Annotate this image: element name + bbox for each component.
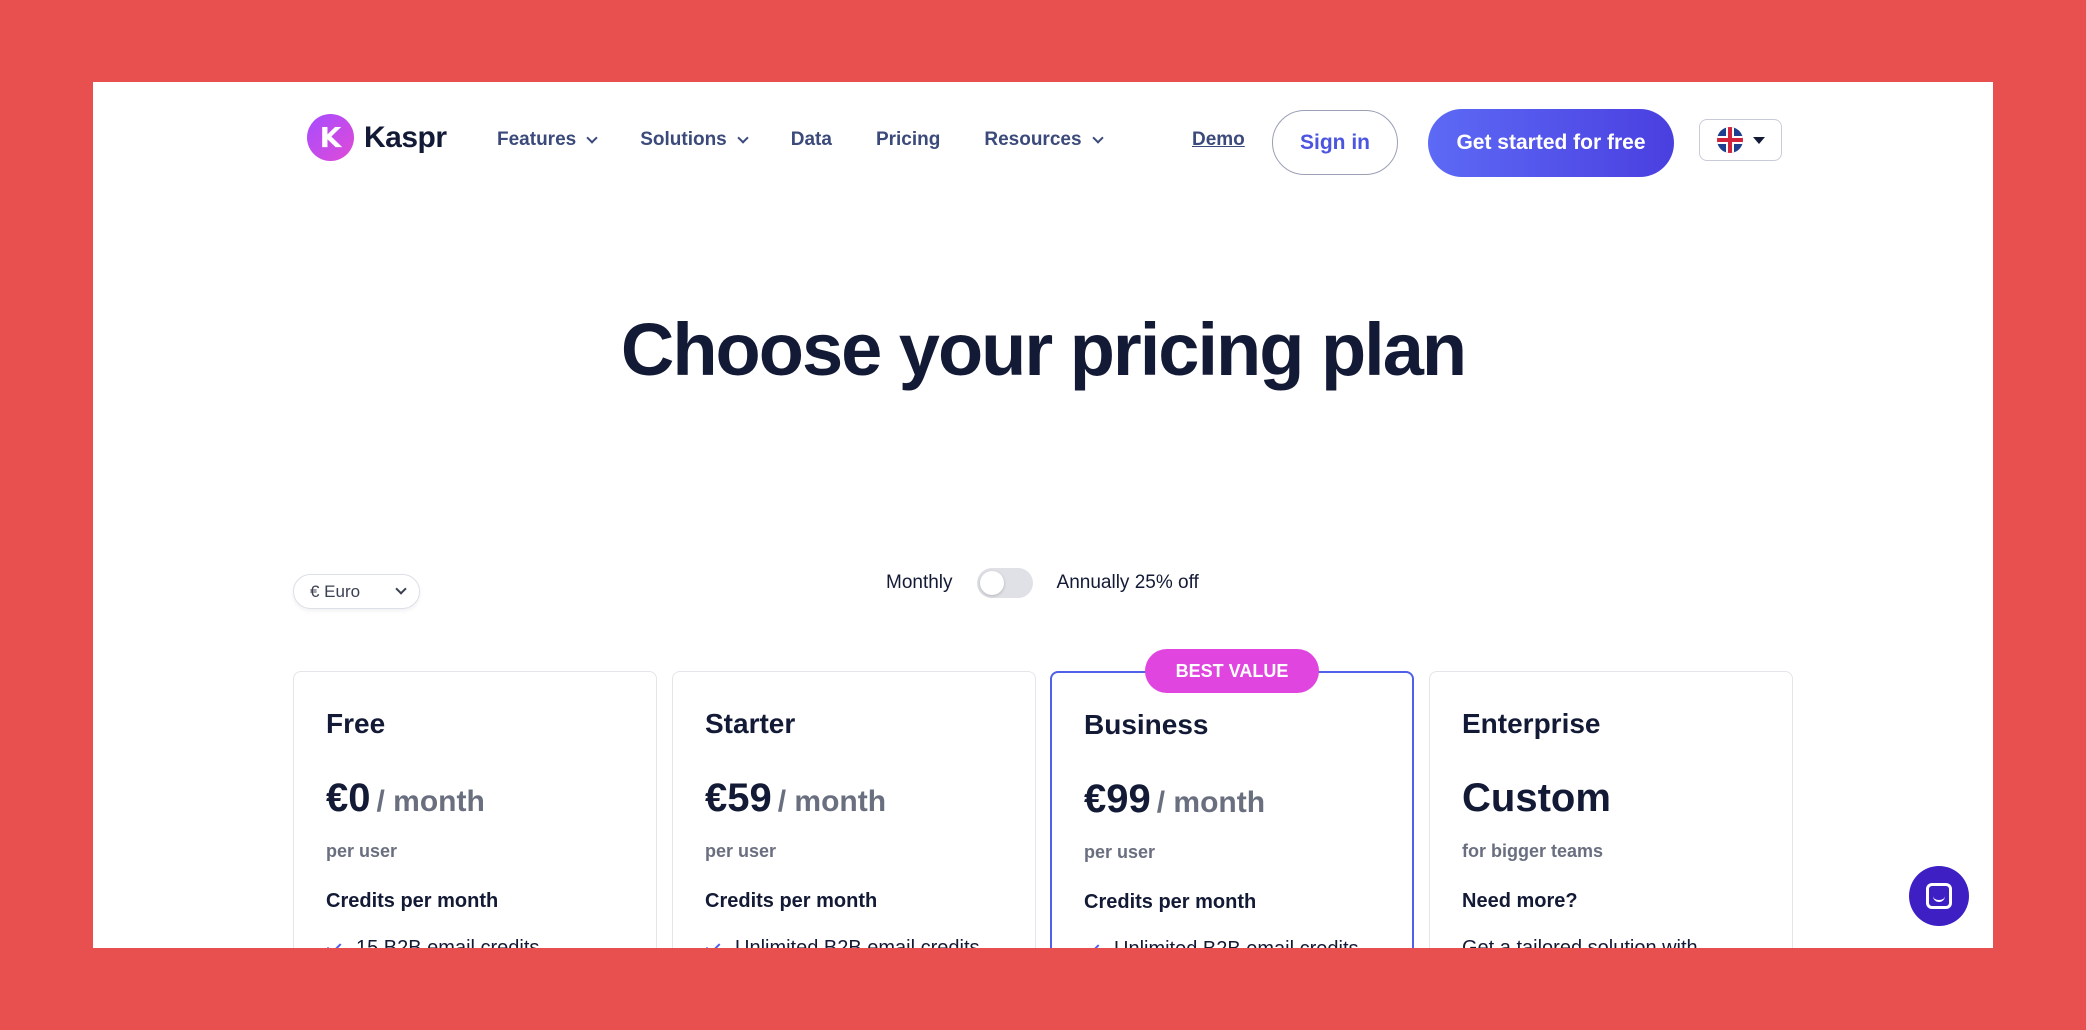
nav-resources-label: Resources	[984, 129, 1082, 150]
currency-select[interactable]: € Euro	[293, 574, 420, 609]
feature-item: Unlimited B2B email credits	[705, 937, 1035, 948]
check-icon	[1084, 939, 1100, 948]
billing-toggle-group: Monthly Annually 25% off	[886, 568, 1199, 598]
language-selector[interactable]	[1699, 119, 1782, 161]
plan-price: Custom	[1462, 776, 1611, 820]
top-navigation: K Kaspr Features Solutions Data Pricing …	[93, 82, 1993, 207]
chevron-down-icon	[737, 132, 749, 144]
nav-data-label: Data	[790, 129, 832, 150]
feature-text: Unlimited B2B email credits	[735, 937, 980, 948]
best-value-badge: BEST VALUE	[1145, 649, 1319, 693]
logo-mark-icon: K	[307, 114, 354, 161]
logo-text: Kaspr	[364, 120, 447, 154]
plan-sub: per user	[1084, 842, 1156, 862]
check-icon	[705, 938, 721, 948]
price-row: €99 / month	[1084, 777, 1412, 822]
chat-icon	[1926, 883, 1952, 909]
chevron-down-icon	[586, 132, 598, 144]
plan-card-enterprise: Enterprise Custom for bigger teams Need …	[1429, 671, 1793, 948]
feature-item: 15 B2B email credits	[326, 937, 656, 948]
nav-resources[interactable]: Resources	[984, 129, 1104, 151]
nav-pricing-label: Pricing	[875, 129, 941, 150]
chat-launcher-button[interactable]	[1909, 866, 1969, 926]
billing-monthly-label: Monthly	[886, 572, 953, 593]
billing-annual-label: Annually 25% off	[1056, 572, 1199, 593]
price-row: €59 / month	[705, 776, 1035, 821]
uk-flag-icon	[1716, 127, 1743, 153]
toggle-knob	[979, 571, 1004, 595]
plan-price: €0	[326, 776, 371, 820]
plan-section-title: Credits per month	[326, 890, 499, 912]
currency-value: € Euro	[310, 581, 361, 601]
page-frame: K Kaspr Features Solutions Data Pricing …	[93, 82, 1993, 948]
plan-name: Enterprise	[1462, 708, 1601, 739]
plan-price: €99	[1084, 777, 1151, 821]
plan-description: Get a tailored solution with	[1462, 937, 1698, 948]
plan-sub: for bigger teams	[1462, 841, 1604, 861]
plan-name: Free	[326, 708, 386, 739]
nav-solutions-label: Solutions	[640, 129, 727, 150]
nav-solutions[interactable]: Solutions	[640, 129, 749, 151]
plan-name: Starter	[705, 708, 796, 739]
chevron-down-icon	[395, 583, 407, 595]
plan-section-title: Need more?	[1462, 890, 1578, 912]
nav-features-label: Features	[497, 129, 577, 150]
demo-link[interactable]: Demo	[1192, 129, 1245, 151]
plan-sub: per user	[326, 841, 398, 861]
plan-section-title: Credits per month	[1084, 891, 1257, 913]
kaspr-logo[interactable]: K Kaspr	[307, 114, 447, 161]
billing-toggle[interactable]	[976, 568, 1033, 598]
plan-period: / month	[1156, 786, 1266, 819]
plan-name: Business	[1084, 709, 1209, 740]
feature-item: Unlimited B2B email credits	[1084, 938, 1412, 948]
plan-price: €59	[705, 776, 772, 820]
plan-card-starter: Starter €59 / month per user Credits per…	[672, 671, 1036, 948]
page-title: Choose your pricing plan	[620, 308, 1467, 391]
plan-card-business: Business €99 / month per user Credits pe…	[1050, 671, 1414, 948]
nav-features[interactable]: Features	[497, 129, 598, 151]
chevron-down-icon	[1091, 132, 1104, 144]
plan-sub: per user	[705, 841, 777, 861]
feature-text: Unlimited B2B email credits	[1114, 938, 1359, 948]
feature-text: 15 B2B email credits	[356, 937, 540, 948]
plan-card-free: Free €0 / month per user Credits per mon…	[293, 671, 657, 948]
sign-in-button[interactable]: Sign in	[1272, 110, 1398, 175]
plan-section-title: Credits per month	[705, 890, 878, 912]
caret-down-icon	[1752, 136, 1765, 144]
check-icon	[326, 938, 342, 948]
get-started-button[interactable]: Get started for free	[1428, 109, 1674, 177]
plan-period: / month	[777, 785, 887, 818]
price-row: €0 / month	[326, 776, 656, 821]
nav-pricing[interactable]: Pricing	[876, 129, 940, 151]
main-menu: Features Solutions Data Pricing Resource…	[497, 129, 1104, 151]
nav-data[interactable]: Data	[791, 129, 832, 151]
price-row: Custom	[1462, 776, 1792, 821]
plan-period: / month	[376, 785, 485, 818]
